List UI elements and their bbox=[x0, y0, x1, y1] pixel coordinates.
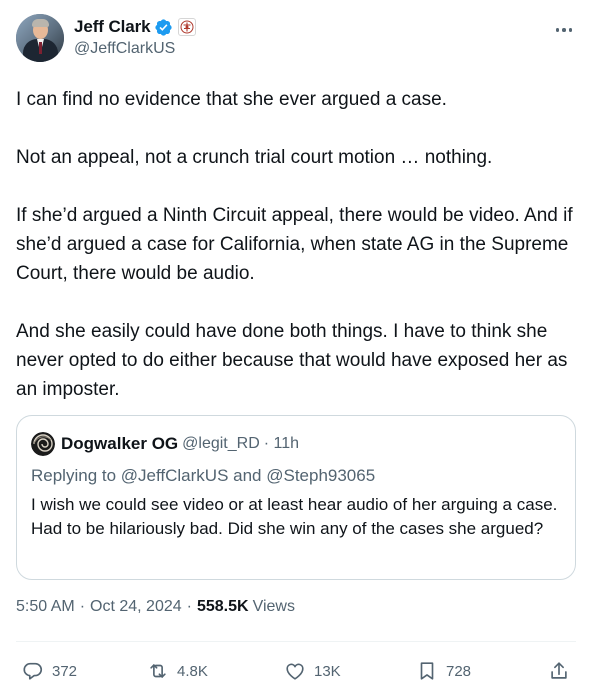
verified-badge-icon[interactable] bbox=[154, 18, 173, 37]
views-label: Views bbox=[252, 598, 295, 615]
share-icon bbox=[551, 662, 567, 679]
tweet-date[interactable]: Oct 24, 2024 bbox=[90, 598, 182, 616]
quoted-replying-to: Replying to @JeffClarkUS and @Steph93065 bbox=[31, 466, 376, 485]
reply-count: 372 bbox=[52, 662, 78, 680]
tweet-paragraph: Not an appeal, not a crunch trial court … bbox=[16, 147, 493, 168]
reply-icon bbox=[23, 662, 43, 680]
like-icon bbox=[286, 663, 304, 680]
tweet-paragraph: If she’d argued a Ninth Circuit appeal, … bbox=[16, 205, 573, 284]
quoted-tweet-text: I wish we could see video or at least he… bbox=[31, 495, 558, 538]
bookmark-count: 728 bbox=[446, 662, 472, 680]
quoted-author-avatar[interactable] bbox=[31, 432, 55, 456]
tweet-timestamp: 5:50 AM · Oct 24, 2024 · 558.5K Views bbox=[16, 598, 295, 616]
quoted-author-name[interactable]: Dogwalker OG bbox=[61, 434, 178, 454]
like-count: 13K bbox=[314, 662, 341, 680]
divider bbox=[16, 641, 576, 642]
tweet-paragraph: I can find no evidence that she ever arg… bbox=[16, 89, 447, 110]
repost-icon bbox=[150, 664, 166, 678]
reply-button[interactable]: 372 bbox=[22, 656, 77, 686]
quoted-tweet-time: · 11h bbox=[263, 435, 300, 452]
tweet-text: I can find no evidence that she ever arg… bbox=[16, 85, 576, 404]
bookmark-icon bbox=[420, 662, 434, 680]
tweet-paragraph: And she easily could have done both thin… bbox=[16, 321, 568, 400]
affiliate-badge-icon[interactable] bbox=[178, 18, 197, 36]
quoted-author-handle[interactable]: @legit_RD bbox=[182, 435, 260, 453]
action-bar: 372 4.8K 13K 728 bbox=[16, 656, 576, 686]
author-handle[interactable]: @JeffClarkUS bbox=[74, 40, 196, 58]
views-count[interactable]: 558.5K bbox=[197, 598, 249, 616]
share-button[interactable] bbox=[548, 656, 570, 686]
separator: · bbox=[186, 598, 192, 615]
repost-count: 4.8K bbox=[177, 662, 208, 680]
separator: · bbox=[79, 598, 86, 615]
quoted-tweet-header: Dogwalker OG @legit_RD · 11h bbox=[31, 432, 561, 456]
bookmark-button[interactable]: 728 bbox=[416, 656, 471, 686]
tweet-time[interactable]: 5:50 AM bbox=[16, 598, 75, 616]
more-icon[interactable] bbox=[554, 20, 574, 40]
author-display-name[interactable]: Jeff Clark bbox=[74, 17, 151, 37]
repost-button[interactable]: 4.8K bbox=[147, 656, 208, 686]
tweet-header: Jeff Clark @JeffClarkUS bbox=[16, 14, 576, 68]
quoted-tweet[interactable]: Dogwalker OG @legit_RD · 11h Replying to… bbox=[16, 415, 576, 580]
author-avatar[interactable] bbox=[16, 14, 64, 62]
like-button[interactable]: 13K bbox=[284, 656, 341, 686]
author-names: Jeff Clark @JeffClarkUS bbox=[74, 16, 197, 58]
